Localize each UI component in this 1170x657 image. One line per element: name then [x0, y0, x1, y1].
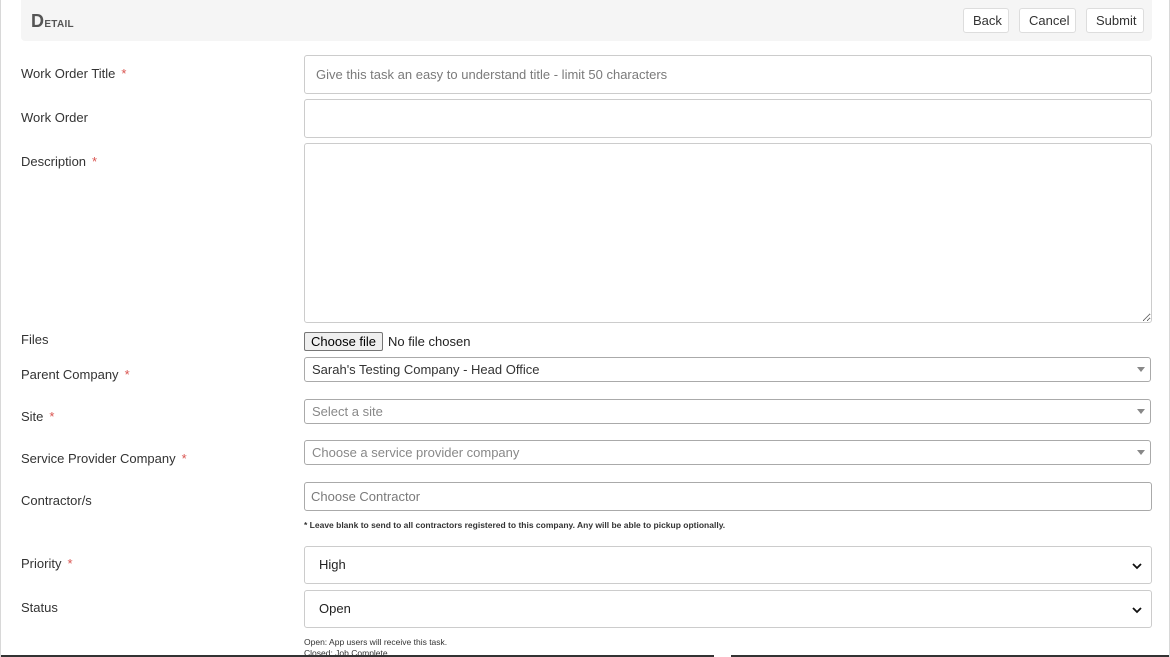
detail-header: Detail Back Cancel Submit: [21, 0, 1152, 41]
service-provider-company-select[interactable]: Choose a service provider company: [304, 440, 1151, 465]
site-select[interactable]: Select a site: [304, 399, 1151, 424]
required-marker: *: [124, 367, 130, 382]
work-order-label: Work Order: [21, 110, 88, 125]
priority-value: High: [319, 557, 346, 572]
description-textarea[interactable]: [304, 143, 1152, 323]
site-placeholder: Select a site: [312, 404, 383, 419]
required-marker: *: [49, 409, 55, 424]
file-status-text: No file chosen: [388, 333, 471, 349]
status-label: Status: [21, 600, 58, 615]
parent-company-label: Parent Company *: [21, 367, 130, 382]
parent-company-select[interactable]: Sarah's Testing Company - Head Office: [304, 357, 1151, 382]
contractor-input[interactable]: [304, 482, 1152, 511]
service-provider-company-label: Service Provider Company *: [21, 451, 187, 466]
chevron-down-icon: [1132, 607, 1142, 614]
files-label: Files: [21, 332, 49, 347]
required-marker: *: [92, 154, 98, 169]
status-select[interactable]: Open: [304, 590, 1152, 628]
work-order-form-page: Detail Back Cancel Submit Work Order Tit…: [0, 0, 1170, 657]
work-order-title-input[interactable]: [304, 55, 1152, 94]
caret-down-icon: [1137, 409, 1145, 414]
back-button[interactable]: Back: [963, 8, 1009, 33]
caret-down-icon: [1137, 367, 1145, 372]
priority-label: Priority *: [21, 556, 73, 571]
status-hint-open: Open: App users will receive this task.: [304, 637, 448, 647]
page-title: Detail: [31, 11, 74, 31]
site-label: Site *: [21, 409, 55, 424]
cancel-button[interactable]: Cancel: [1019, 8, 1076, 33]
description-label: Description *: [21, 154, 98, 169]
priority-select[interactable]: High: [304, 546, 1152, 584]
required-marker: *: [67, 556, 73, 571]
work-order-input[interactable]: [304, 99, 1152, 138]
submit-button[interactable]: Submit: [1086, 8, 1144, 33]
caret-down-icon: [1137, 450, 1145, 455]
chevron-down-icon: [1132, 563, 1142, 570]
file-picker: Choose file No file chosen: [304, 331, 470, 351]
required-marker: *: [181, 451, 187, 466]
choose-file-button[interactable]: Choose file: [304, 331, 384, 351]
required-marker: *: [121, 66, 127, 81]
service-provider-placeholder: Choose a service provider company: [312, 445, 520, 460]
parent-company-value: Sarah's Testing Company - Head Office: [312, 362, 540, 377]
work-order-title-label: Work Order Title *: [21, 66, 127, 81]
contractors-label: Contractor/s: [21, 493, 92, 508]
status-value: Open: [319, 601, 351, 616]
contractors-hint: * Leave blank to send to all contractors…: [304, 520, 726, 530]
